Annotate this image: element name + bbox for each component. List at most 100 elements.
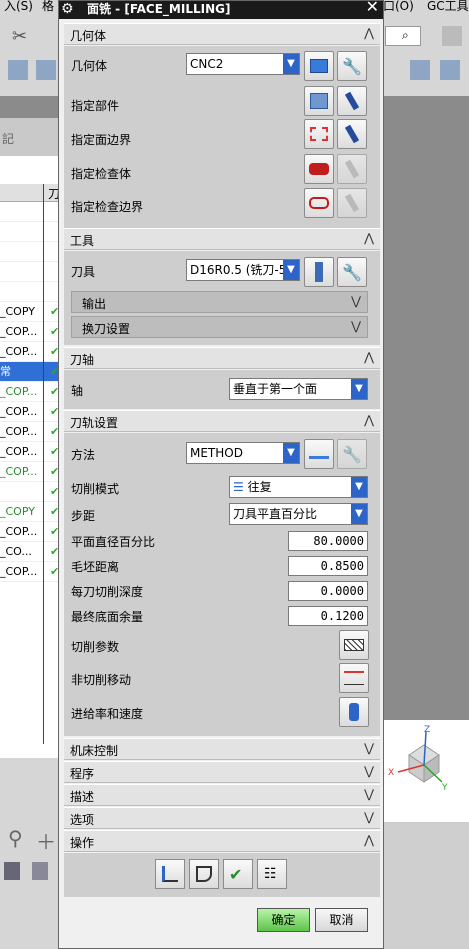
navigator-row[interactable]: _COPY ✔ xyxy=(0,502,58,522)
non-cutting-moves-label: 非切削移动 xyxy=(71,673,132,687)
navigator-row[interactable] xyxy=(0,222,58,242)
new-geometry-button[interactable] xyxy=(304,51,334,81)
check-icon: ✔ xyxy=(50,482,58,501)
section-actions[interactable]: 操作 ⋀ xyxy=(64,830,380,852)
navigator-row[interactable]: _COP... ✔ xyxy=(0,422,58,442)
navigator-row[interactable]: _COP... ✔ xyxy=(0,462,58,482)
specify-face-boundary-button[interactable] xyxy=(304,119,334,149)
search-box[interactable]: ⌕ xyxy=(385,26,421,46)
output-group[interactable]: 输出 ⋁ xyxy=(71,291,368,313)
tool-change-group[interactable]: 换刀设置 ⋁ xyxy=(71,316,368,338)
check-icon: ✔ xyxy=(50,502,58,521)
navigator-row[interactable]: _COPY ✔ xyxy=(0,302,58,322)
menu-item-format[interactable]: 格 xyxy=(42,0,54,14)
navigator-row[interactable]: _COP... ✔ xyxy=(0,322,58,342)
depth-per-cut-label: 每刀切削深度 xyxy=(71,585,144,599)
navigator-row-label: _COPY xyxy=(0,305,35,318)
navigator-row[interactable] xyxy=(0,202,58,222)
plus-icon[interactable]: ＋ xyxy=(36,826,56,855)
navigator-row[interactable]: ✔ xyxy=(0,482,58,502)
edit-tool-button[interactable]: 🔧 xyxy=(337,257,367,287)
edit-method-button[interactable]: 🔧 xyxy=(337,439,367,469)
verify-button[interactable]: ✔ xyxy=(223,859,253,889)
face-boundary-icon xyxy=(310,127,328,141)
ok-button[interactable]: 确定 xyxy=(257,908,310,932)
chevron-up-icon: ⋀ xyxy=(364,231,374,245)
specify-part-button[interactable] xyxy=(304,86,334,116)
check-icon: ✔ xyxy=(50,542,58,561)
navigator-row[interactable]: _COP... ✔ xyxy=(0,442,58,462)
section-path-settings[interactable]: 刀轨设置 ⋀ xyxy=(64,410,380,432)
cutting-parameters-button[interactable] xyxy=(339,630,369,660)
navigator-row[interactable]: _COP... ✔ xyxy=(0,562,58,582)
edit-geometry-button[interactable]: 🔧 xyxy=(337,51,367,81)
geometry-select[interactable]: CNC2 ▼ xyxy=(186,53,300,75)
new-tool-button[interactable] xyxy=(304,257,334,287)
cut-pattern-label: 切削模式 xyxy=(71,482,120,496)
feeds-speeds-button[interactable] xyxy=(339,697,369,727)
depth-per-cut-input[interactable]: 0.0000 xyxy=(288,581,368,601)
blank-distance-input[interactable]: 0.8500 xyxy=(288,556,368,576)
toolbar-icon[interactable] xyxy=(410,60,430,80)
navigator-row-label: _COP... xyxy=(0,465,38,478)
chevron-down-icon: ⋁ xyxy=(364,810,374,824)
final-floor-stock-input[interactable]: 0.1200 xyxy=(288,606,368,626)
percent-flat-diameter-input[interactable]: 80.0000 xyxy=(288,531,368,551)
cut-pattern-select[interactable]: ☰ 往复 ▼ xyxy=(229,476,368,498)
method-select[interactable]: METHOD ▼ xyxy=(186,442,300,464)
check-icon: ✔ xyxy=(50,442,58,461)
tool-select[interactable]: D16R0.5 (铣刀-5 ▼ xyxy=(186,259,300,281)
toolbar-icon[interactable] xyxy=(8,60,28,80)
dialog-title-bar[interactable]: ⚙ 面铣 - [FACE_MILLING] ✕ xyxy=(59,0,383,19)
non-cutting-moves-button[interactable] xyxy=(339,663,369,693)
replay-button[interactable] xyxy=(189,859,219,889)
section-tool[interactable]: 工具 ⋀ xyxy=(64,228,380,250)
menu-item-window[interactable]: 口(O) xyxy=(383,0,414,14)
display-check-boundary-button[interactable] xyxy=(337,188,367,218)
navigator-row[interactable]: _CO... ✔ xyxy=(0,542,58,562)
part-icon xyxy=(310,93,328,109)
navigator-row[interactable] xyxy=(0,242,58,262)
stepover-select[interactable]: 刀具平直百分比 ▼ xyxy=(229,503,368,525)
section-description[interactable]: 描述 ⋁ xyxy=(64,784,380,806)
specify-check-body-label: 指定检查体 xyxy=(71,167,132,181)
display-part-button[interactable] xyxy=(337,86,367,116)
generate-button[interactable] xyxy=(155,859,185,889)
check-icon: ✔ xyxy=(50,342,58,361)
navigator-row[interactable]: _COP... ✔ xyxy=(0,522,58,542)
display-check-body-button[interactable] xyxy=(337,154,367,184)
check-icon: ✔ xyxy=(50,322,58,341)
section-options[interactable]: 选项 ⋁ xyxy=(64,807,380,829)
cancel-button[interactable]: 取消 xyxy=(315,908,368,932)
close-icon[interactable]: ✕ xyxy=(366,0,379,15)
toolbar-icon[interactable] xyxy=(32,862,48,880)
toolbar-icon[interactable] xyxy=(442,26,462,46)
axis-select[interactable]: 垂直于第一个面 ▼ xyxy=(229,378,368,400)
section-program[interactable]: 程序 ⋁ xyxy=(64,761,380,783)
specify-check-body-button[interactable] xyxy=(304,154,334,184)
section-geometry[interactable]: 几何体 ⋀ xyxy=(64,23,380,45)
toolbar-icon[interactable] xyxy=(36,60,56,80)
wrench-icon: 🔧 xyxy=(342,56,362,76)
navigator-row[interactable] xyxy=(0,282,58,302)
scissors-icon[interactable]: ✂ xyxy=(12,26,27,47)
specify-part-label: 指定部件 xyxy=(71,99,120,113)
navigator-row[interactable]: _COP... ✔ xyxy=(0,402,58,422)
navigator-row[interactable]: 常✔ xyxy=(0,362,58,382)
gear-icon[interactable]: ⚙ xyxy=(61,1,74,17)
new-method-button[interactable] xyxy=(304,439,334,469)
list-button[interactable]: ☷ xyxy=(257,859,287,889)
toolbar-icon[interactable] xyxy=(4,862,20,880)
menu-item-insert[interactable]: 入(S) xyxy=(4,0,33,14)
graphics-viewport[interactable]: Z X Y xyxy=(384,720,469,822)
navigator-row[interactable]: _COP... ✔ xyxy=(0,342,58,362)
section-tool-axis[interactable]: 刀轴 ⋀ xyxy=(64,347,380,369)
navigator-row[interactable]: _COP... ✔ xyxy=(0,382,58,402)
toolbar-icon[interactable] xyxy=(440,60,460,80)
navigator-row[interactable] xyxy=(0,262,58,282)
link-icon[interactable]: ⚲ xyxy=(8,826,23,850)
display-face-boundary-button[interactable] xyxy=(337,119,367,149)
specify-check-boundary-button[interactable] xyxy=(304,188,334,218)
section-machine-control[interactable]: 机床控制 ⋁ xyxy=(64,738,380,760)
menu-item-gc-tools[interactable]: GC工具 xyxy=(427,0,469,14)
